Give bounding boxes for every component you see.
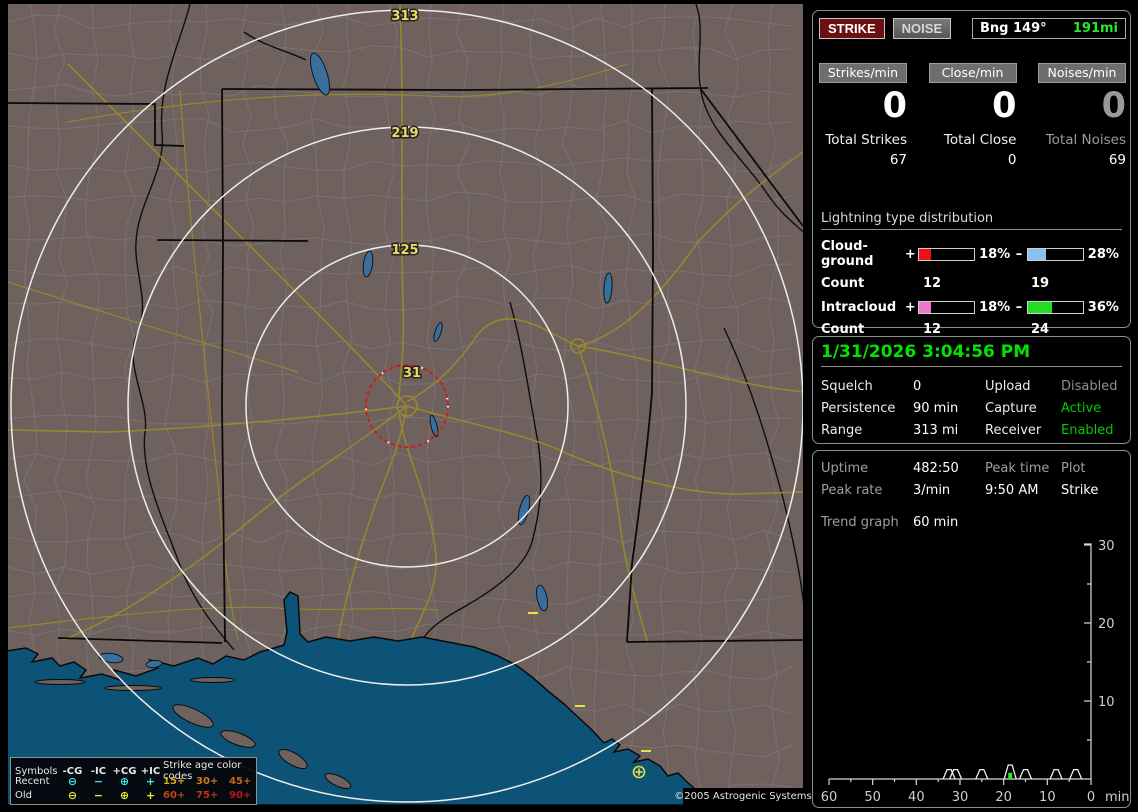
- age-30: 30+: [196, 775, 219, 787]
- lightning-distribution: Lightning type distribution Cloud-ground…: [821, 211, 1122, 337]
- cg-negative-bar: [1026, 247, 1084, 261]
- ic-negative-bar: [1026, 301, 1084, 314]
- bearing-display: Bng 149° 191mi: [972, 17, 1126, 39]
- ring-label-31: 31: [403, 366, 421, 381]
- capture-label: Capture: [985, 401, 1037, 416]
- old-pcg-icon: ⊕: [119, 788, 130, 802]
- trend-graph: 60 50 40 30 20 10 0 min 10 20 30: [821, 539, 1130, 805]
- legend-recent-label: Recent: [15, 775, 50, 787]
- old-pic-icon: +: [145, 788, 156, 802]
- age-75: 75+: [196, 789, 219, 801]
- svg-text:40: 40: [908, 790, 925, 805]
- cloud-ground-row: Cloud-ground + 18% – 28%: [821, 239, 1122, 269]
- count-label: Count: [821, 322, 865, 337]
- map-canvas[interactable]: 313 219 125 31: [8, 4, 803, 805]
- age-15: 15+: [163, 775, 186, 787]
- close-per-min-chip: Close/min: [928, 63, 1017, 83]
- squelch-label: Squelch: [821, 379, 873, 394]
- intracloud-row: Intracloud + 18% – 36%: [821, 300, 1122, 315]
- copyright-text: ©2005 Astrogenic Systems: [674, 791, 812, 802]
- plus-sign: +: [904, 246, 916, 262]
- upload-status: Disabled: [1061, 379, 1118, 394]
- strikes-rate-value: 0: [882, 86, 907, 126]
- age-90: 90+: [229, 789, 252, 801]
- range-label: Range: [821, 423, 863, 438]
- total-strikes-label: Total Strikes: [825, 132, 907, 148]
- noises-column: Noises/min 0 Total Noises 69: [1038, 63, 1126, 168]
- age-45: 45+: [229, 775, 252, 787]
- strikes-column: Strikes/min 0 Total Strikes 67: [819, 63, 907, 168]
- intracloud-count-row: Count 12 24: [821, 322, 1122, 337]
- recent-pcg-icon: ⊕: [119, 774, 130, 788]
- ic-positive-count: 12: [923, 322, 942, 337]
- receiver-status: Enabled: [1061, 423, 1114, 438]
- cg-positive-pct: 18%: [979, 246, 1011, 262]
- close-column: Close/min 0 Total Close 0: [928, 63, 1017, 168]
- recent-ncg-icon: ⊖: [67, 774, 78, 788]
- old-ncg-icon: ⊖: [67, 788, 78, 802]
- noises-per-min-chip: Noises/min: [1038, 63, 1126, 83]
- ic-positive-pct: 18%: [979, 300, 1011, 315]
- cg-negative-count: 19: [1031, 276, 1050, 291]
- svg-text:30: 30: [1098, 539, 1115, 554]
- ic-positive-bar: [918, 301, 976, 314]
- total-noises-label: Total Noises: [1045, 132, 1126, 148]
- total-noises-value: 69: [1108, 152, 1126, 168]
- noises-rate-value: 0: [1101, 86, 1126, 126]
- distribution-title: Lightning type distribution: [821, 211, 1122, 230]
- ring-label-219: 219: [391, 126, 418, 141]
- svg-text:60: 60: [821, 790, 838, 805]
- bearing-distance: 191mi: [1072, 20, 1118, 36]
- svg-text:10: 10: [1098, 695, 1115, 710]
- noise-toggle-button[interactable]: NOISE: [892, 17, 952, 39]
- cg-negative-pct: 28%: [1087, 246, 1119, 262]
- recent-nic-icon: −: [93, 774, 104, 788]
- ring-label-313: 313: [391, 9, 418, 24]
- total-close-label: Total Close: [943, 132, 1017, 148]
- copyright-bar: ©2005 Astrogenic Systems: [674, 788, 812, 805]
- svg-text:min: min: [1105, 790, 1130, 805]
- ic-negative-pct: 36%: [1087, 300, 1119, 315]
- minus-sign: –: [1015, 246, 1023, 262]
- total-strikes-value: 67: [889, 152, 907, 168]
- svg-text:50: 50: [864, 790, 881, 805]
- cg-positive-bar: [918, 247, 976, 261]
- cg-positive-count: 12: [923, 276, 942, 291]
- capture-status: Active: [1061, 401, 1102, 416]
- svg-text:20: 20: [1098, 617, 1115, 632]
- total-close-value: 0: [1007, 152, 1017, 168]
- cloud-ground-count-row: Count 12 19: [821, 276, 1122, 291]
- ring-label-125: 125: [391, 243, 418, 258]
- count-label: Count: [821, 276, 865, 291]
- recent-pic-icon: +: [145, 774, 156, 788]
- strikes-per-min-chip: Strikes/min: [819, 63, 907, 83]
- close-rate-value: 0: [992, 86, 1017, 126]
- svg-text:30: 30: [952, 790, 969, 805]
- datetime-display: 1/31/2026 3:04:56 PM: [821, 342, 1122, 367]
- upload-label: Upload: [985, 379, 1031, 394]
- old-nic-icon: −: [93, 788, 104, 802]
- range-value: 313 mi: [913, 423, 959, 438]
- intracloud-label: Intracloud: [821, 300, 897, 315]
- legend-old-label: Old: [15, 789, 32, 801]
- panel-counters: STRIKE NOISE Bng 149° 191mi Strikes/min …: [812, 10, 1131, 337]
- receiver-label: Receiver: [985, 423, 1042, 438]
- cloud-ground-label: Cloud-ground: [821, 239, 874, 269]
- squelch-value: 0: [913, 379, 922, 394]
- svg-text:10: 10: [1039, 790, 1056, 805]
- panel-status: 1/31/2026 3:04:56 PM Squelch 0 Upload Di…: [812, 336, 1131, 444]
- svg-text:0: 0: [1087, 790, 1095, 805]
- minus-sign: –: [1015, 300, 1023, 315]
- svg-text:20: 20: [995, 790, 1012, 805]
- map-legend: Symbols -CG -IC +CG +IC Strike age color…: [10, 757, 257, 805]
- panel-trend: Uptime 482:50 Peak time Plot Peak rate 3…: [812, 450, 1131, 808]
- persistence-label: Persistence: [821, 401, 896, 416]
- age-60: 60+: [163, 789, 186, 801]
- ic-negative-count: 24: [1031, 322, 1050, 337]
- strike-toggle-button[interactable]: STRIKE: [819, 17, 885, 39]
- bearing-value: Bng 149°: [980, 20, 1047, 36]
- persistence-value: 90 min: [913, 401, 959, 416]
- plus-sign: +: [904, 300, 916, 315]
- lightning-map[interactable]: 313 219 125 31 Symbols -CG -IC +CG +IC S…: [8, 4, 812, 805]
